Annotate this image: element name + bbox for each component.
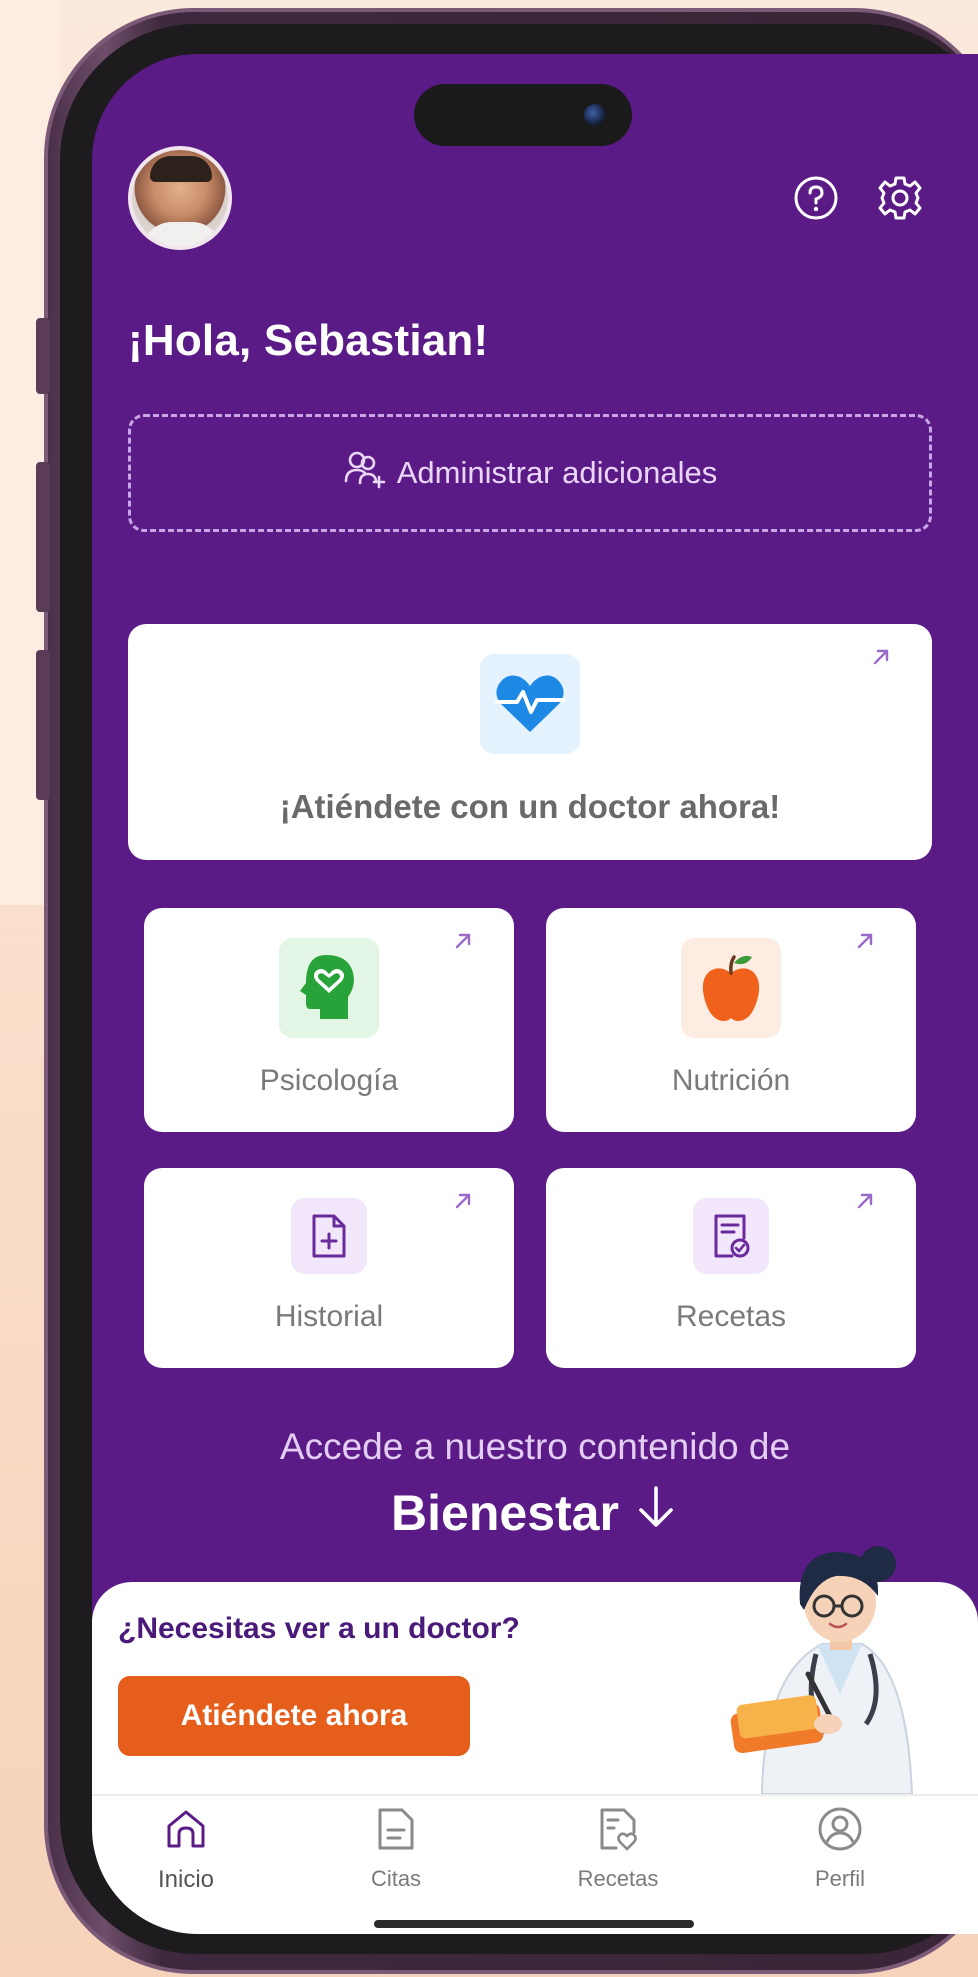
arrow-up-right-icon — [870, 646, 892, 673]
apple-icon — [681, 938, 781, 1038]
tab-citas[interactable]: Citas — [326, 1806, 466, 1906]
gear-icon[interactable] — [876, 174, 924, 222]
camera-lens — [584, 104, 606, 126]
document-icon — [376, 1806, 416, 1858]
consult-doctor-card[interactable]: ¡Atiéndete con un doctor ahora! — [128, 624, 932, 860]
arrow-up-right-icon — [854, 930, 876, 957]
tab-recetas[interactable]: Recetas — [548, 1806, 688, 1906]
tab-label: Inicio — [157, 1866, 215, 1893]
user-circle-icon — [817, 1806, 863, 1858]
wellness-title: Bienestar — [391, 1485, 619, 1541]
service-card-psicologia[interactable]: Psicología — [144, 908, 514, 1132]
service-card-nutricion[interactable]: Nutrición — [546, 908, 916, 1132]
manage-additionals-button[interactable]: Administrar adicionales — [128, 414, 932, 532]
tab-perfil[interactable]: Perfil — [770, 1806, 910, 1906]
service-label: Historial — [274, 1300, 384, 1333]
side-button-silent — [36, 318, 50, 394]
service-card-recetas[interactable]: Recetas — [546, 1168, 916, 1368]
file-plus-icon — [291, 1198, 367, 1274]
promo-title: ¿Necesitas ver a un doctor? — [118, 1612, 520, 1645]
manage-additionals-label: Administrar adicionales — [396, 455, 718, 490]
arrow-up-right-icon — [452, 930, 474, 957]
attend-now-button[interactable]: Atiéndete ahora — [118, 1676, 470, 1756]
greeting-title: ¡Hola, Sebastian! — [128, 316, 489, 365]
service-label: Recetas — [675, 1300, 787, 1333]
arrow-down-icon — [633, 1484, 679, 1542]
consult-doctor-label: ¡Atiéndete con un doctor ahora! — [279, 788, 781, 825]
wellness-intro: Accede a nuestro contenido de — [279, 1426, 791, 1467]
service-label: Nutrición — [671, 1064, 791, 1097]
tab-label: Perfil — [814, 1866, 866, 1891]
bottom-tab-bar: Inicio Citas Recetas Perfil — [92, 1794, 978, 1934]
app-screen: ¡Hola, Sebastian! Administrar adicionale… — [92, 54, 978, 1934]
side-button-volume-down — [36, 650, 50, 800]
prescription-heart-icon — [598, 1806, 638, 1858]
help-circle-icon[interactable] — [792, 174, 840, 222]
prescription-icon — [693, 1198, 769, 1274]
home-indicator — [374, 1920, 694, 1928]
users-plus-icon — [343, 449, 387, 497]
side-button-volume-up — [36, 462, 50, 612]
head-heart-icon — [279, 938, 379, 1038]
service-label: Psicología — [259, 1064, 399, 1097]
arrow-up-right-icon — [854, 1190, 876, 1217]
avatar[interactable] — [128, 146, 232, 250]
heartbeat-icon — [480, 654, 580, 754]
dynamic-island — [414, 84, 632, 146]
doctor-illustration — [712, 1524, 952, 1795]
tab-inicio[interactable]: Inicio — [116, 1806, 256, 1906]
home-icon — [163, 1806, 209, 1858]
tab-label: Recetas — [577, 1866, 659, 1891]
tab-label: Citas — [370, 1866, 422, 1891]
arrow-up-right-icon — [452, 1190, 474, 1217]
service-card-historial[interactable]: Historial — [144, 1168, 514, 1368]
